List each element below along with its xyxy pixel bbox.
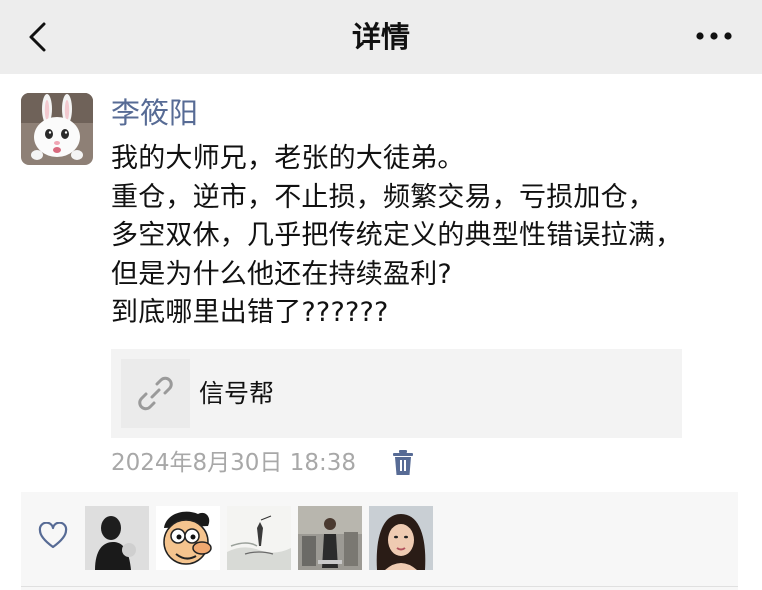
likes-panel <box>21 492 738 590</box>
liker-avatar[interactable] <box>369 506 433 570</box>
post-text-line: 到底哪里出错了?????? <box>111 297 389 328</box>
ink-landscape-avatar <box>227 506 291 570</box>
link-icon <box>138 376 173 411</box>
post-text-line: 重仓，逆市，不止损，频繁交易，亏损加仓， <box>111 181 655 213</box>
post-text-line: 我的大师兄，老张的大徒弟。 <box>111 143 465 174</box>
post-text: 我的大师兄，老张的大徒弟。 重仓，逆市，不止损，频繁交易，亏损加仓， 多空双休，… <box>111 140 751 333</box>
post-text-line: 多空双休，几乎把传统定义的典型性错误拉满， <box>111 220 683 251</box>
person-silhouette-avatar <box>85 506 149 570</box>
shared-link-card[interactable]: 信号帮 <box>111 349 682 438</box>
liker-avatar[interactable] <box>227 506 291 570</box>
liker-avatar[interactable] <box>156 506 220 570</box>
heart-outline-icon <box>38 522 68 549</box>
cartoon-face-avatar <box>156 506 220 570</box>
page-title: 详情 <box>351 20 410 54</box>
author-name[interactable]: 李筱阳 <box>111 93 198 133</box>
trash-icon[interactable] <box>390 449 416 477</box>
more-dots-icon[interactable] <box>694 28 734 44</box>
woman-selfie-avatar <box>369 506 433 570</box>
post-timestamp: 2024年8月30日 18:38 <box>111 450 357 476</box>
liker-avatar[interactable] <box>85 506 149 570</box>
navigation-bar: 详情 <box>0 0 762 74</box>
link-title: 信号帮 <box>199 379 275 408</box>
bottom-divider <box>21 586 738 587</box>
white-rabbit-avatar <box>21 93 93 165</box>
author-avatar[interactable] <box>21 93 93 165</box>
post-text-line: 但是为什么他还在持续盈利? <box>111 258 452 290</box>
link-thumbnail <box>121 359 190 428</box>
liker-avatar[interactable] <box>298 506 362 570</box>
gym-photo-avatar <box>298 506 362 570</box>
